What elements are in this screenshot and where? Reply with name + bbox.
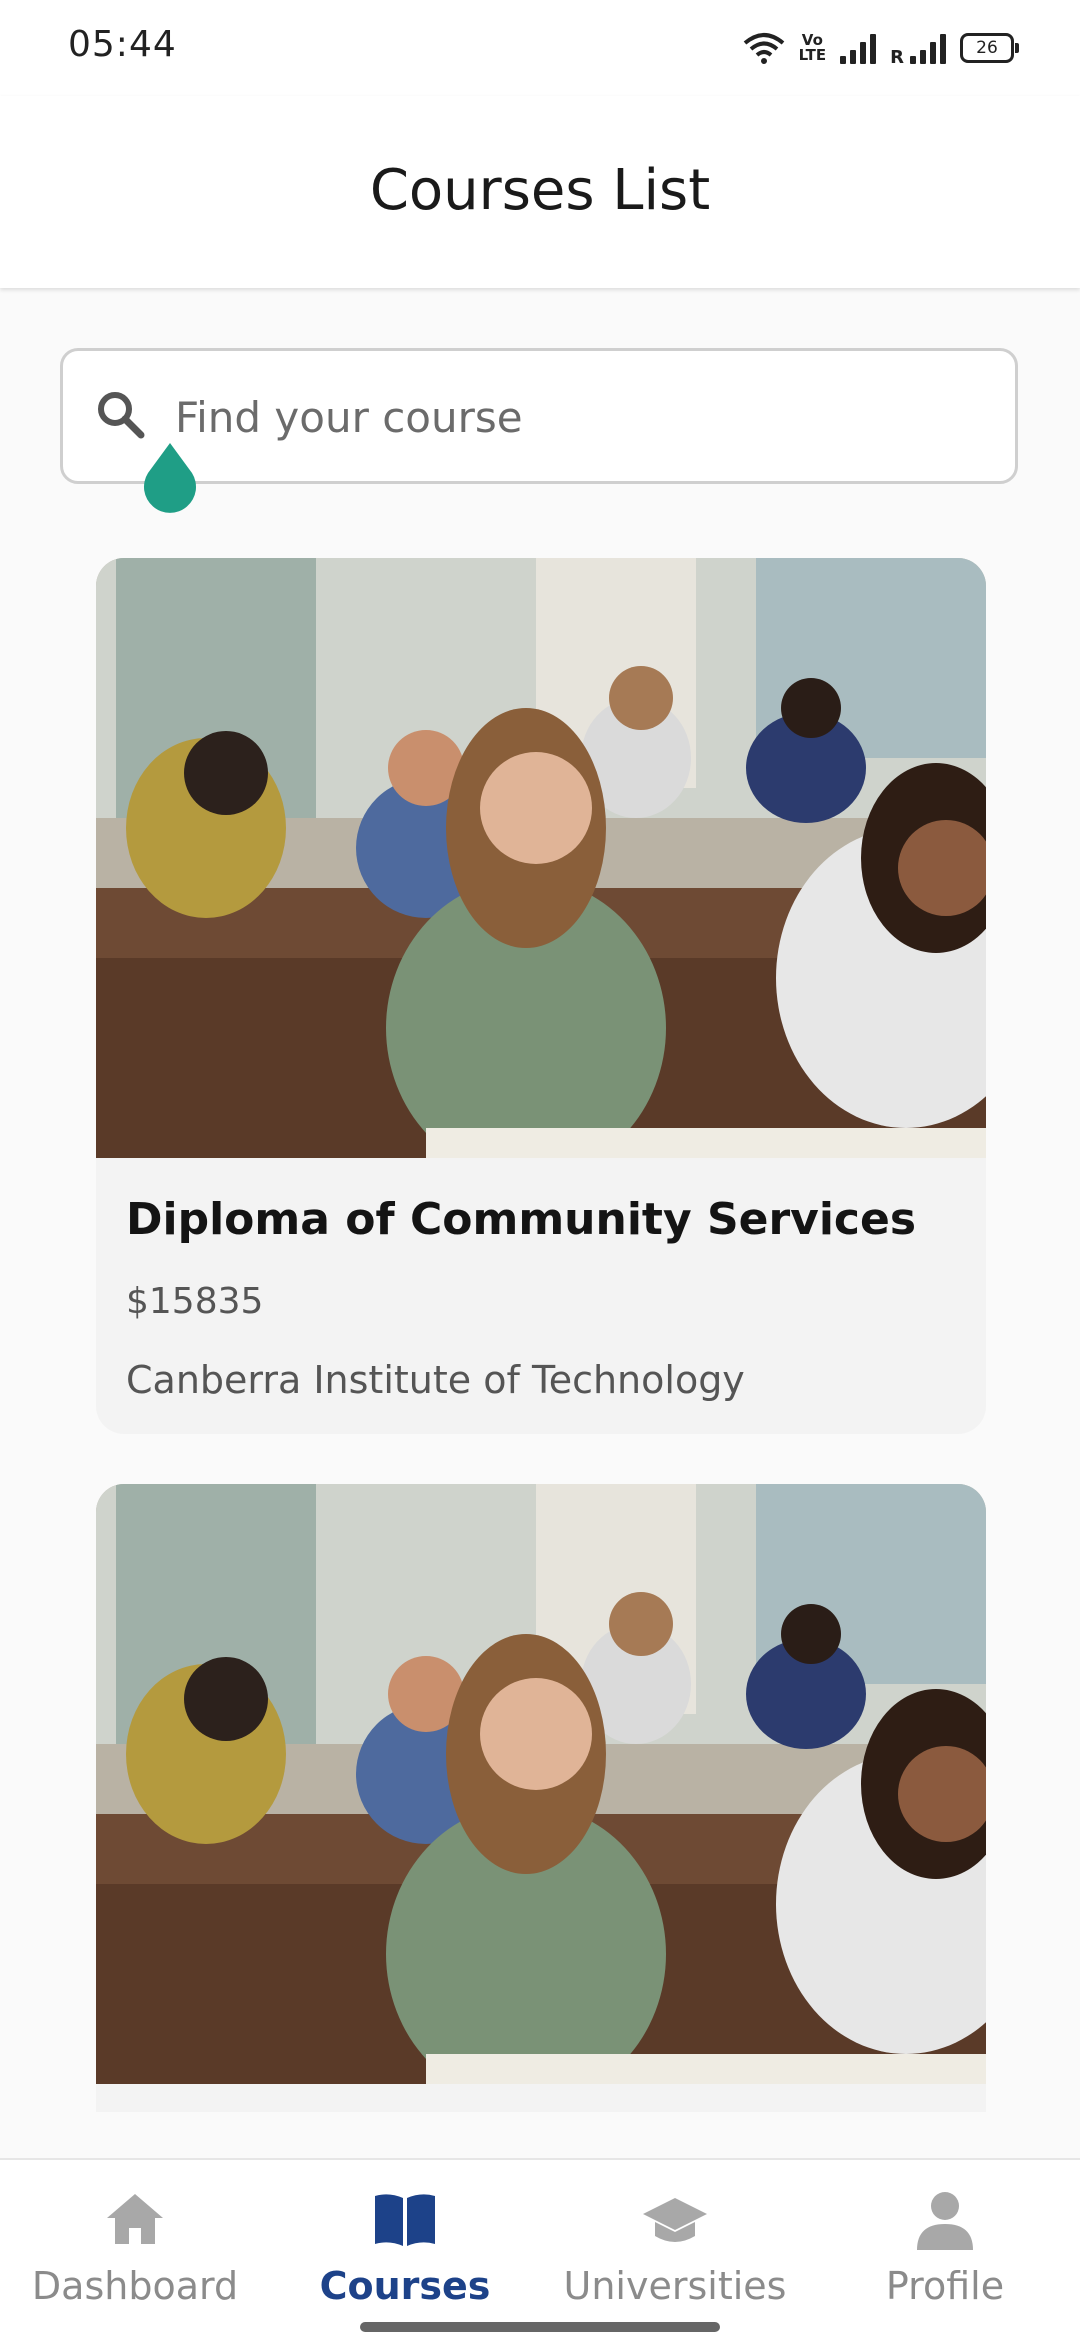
- nav-item-dashboard[interactable]: Dashboard: [0, 2160, 270, 2342]
- app-bar: Courses List: [0, 96, 1080, 288]
- nav-label: Dashboard: [31, 2264, 239, 2308]
- search-box[interactable]: [60, 348, 1018, 484]
- roaming-label: R: [890, 47, 904, 68]
- nav-label: Universities: [563, 2264, 787, 2308]
- course-card[interactable]: [96, 1484, 986, 2112]
- wifi-icon: [743, 33, 784, 64]
- volte-icon: Vo LTE: [798, 31, 827, 64]
- signal-icon: [840, 32, 877, 64]
- book-icon: [375, 2194, 435, 2246]
- course-price: $15835: [126, 1281, 264, 1322]
- nav-item-universities[interactable]: Universities: [540, 2160, 810, 2342]
- home-icon: [107, 2194, 163, 2244]
- person-icon: [917, 2192, 973, 2250]
- nav-item-courses[interactable]: Courses: [270, 2160, 540, 2342]
- course-institution: Canberra Institute of Technology: [126, 1358, 745, 1402]
- home-indicator[interactable]: [360, 2322, 720, 2332]
- status-time: 05:44: [68, 24, 177, 65]
- search-input[interactable]: [173, 351, 997, 483]
- course-card[interactable]: Diploma of Community Services $15835 Can…: [96, 558, 986, 1434]
- nav-item-profile[interactable]: Profile: [810, 2160, 1080, 2342]
- status-bar: 05:44 Vo LTE R 26: [0, 0, 1080, 96]
- bottom-navigation: Dashboard Courses Universities Profile: [0, 2158, 1080, 2342]
- status-icons: Vo LTE R 26: [743, 28, 1019, 68]
- signal-icon-2: [910, 32, 946, 64]
- course-title: Diploma of Community Services: [126, 1194, 917, 1245]
- graduation-cap-icon: [643, 2198, 707, 2242]
- page-title: Courses List: [369, 158, 711, 223]
- search-icon: [98, 392, 145, 439]
- battery-icon: 26: [960, 33, 1019, 63]
- course-image: [96, 558, 986, 1158]
- nav-label: Courses: [319, 2264, 491, 2308]
- nav-label: Profile: [885, 2264, 1005, 2308]
- text-cursor-handle[interactable]: [140, 443, 200, 515]
- course-image: [96, 1484, 986, 2084]
